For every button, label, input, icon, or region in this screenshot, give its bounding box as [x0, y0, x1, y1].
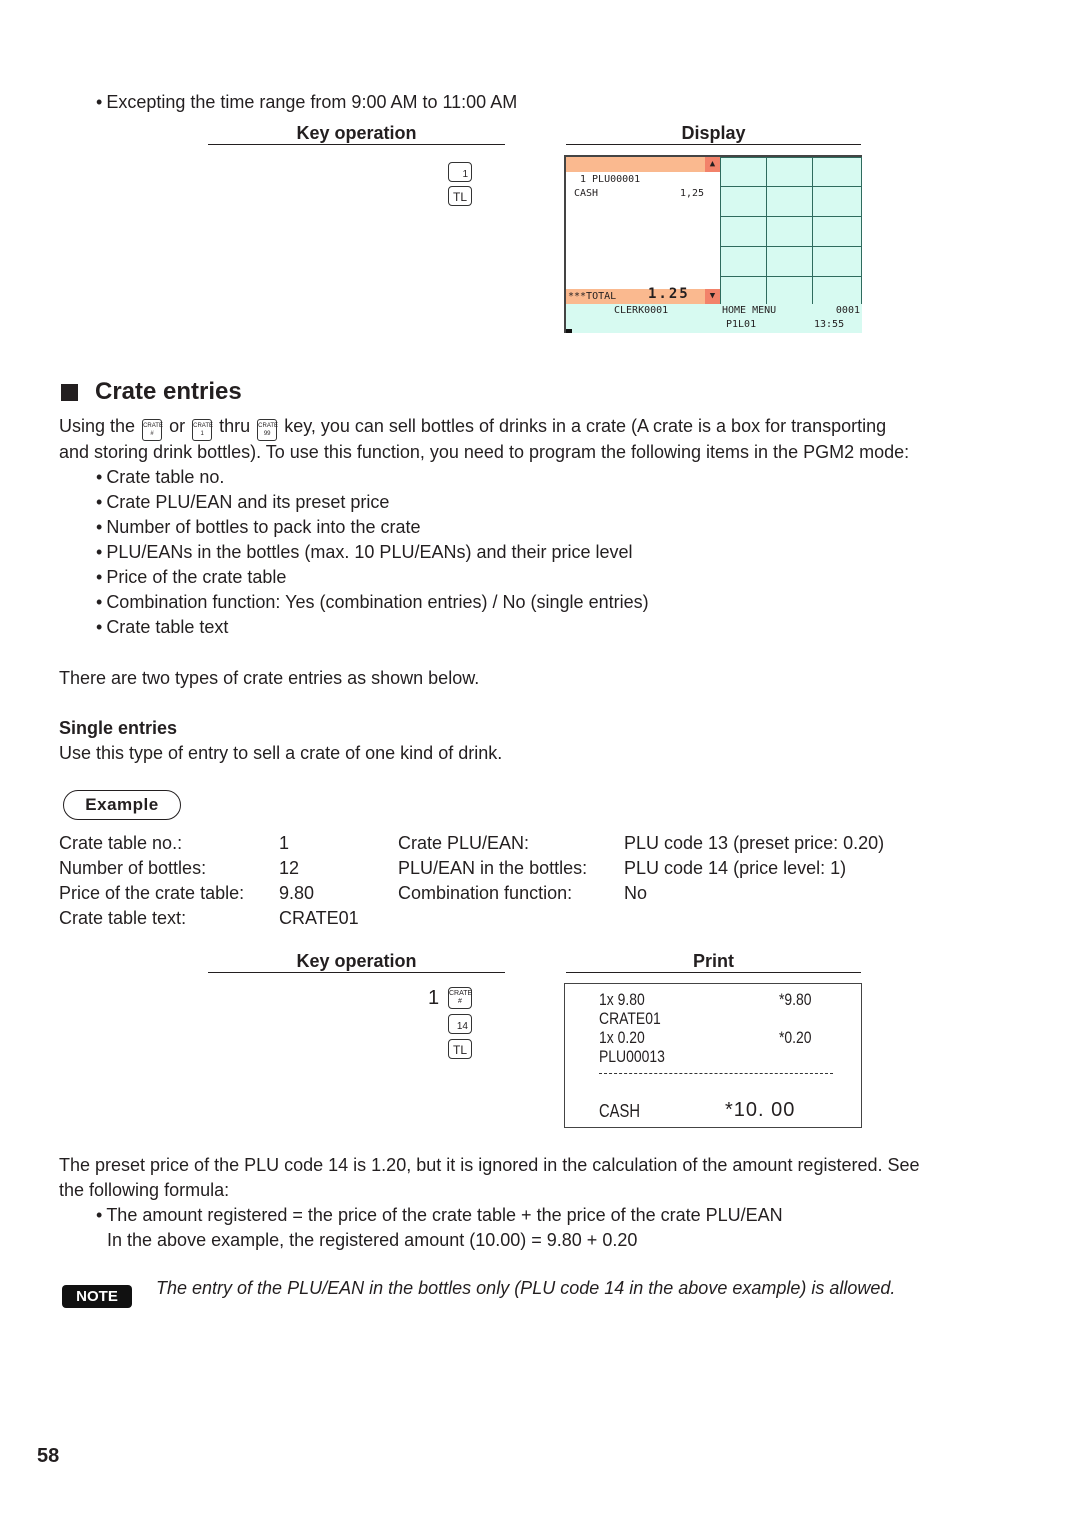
receipt-divider — [599, 1073, 833, 1074]
intro-line-2: and storing drink bottles). To use this … — [59, 442, 910, 462]
section-heading: Crate entries — [95, 378, 242, 405]
scroll-up-icon: ▲ — [705, 157, 720, 172]
example-value: PLU code 14 (price level: 1) — [624, 858, 847, 878]
program-item: Combination function: Yes (combination e… — [96, 590, 648, 615]
heading-square-icon — [61, 384, 78, 401]
grid-cell[interactable] — [720, 157, 767, 187]
example-label: Number of bottles: — [59, 858, 207, 878]
intro-bullet: Excepting the time range from 9:00 AM to… — [96, 90, 517, 115]
example-label: Price of the crate table: — [59, 883, 245, 903]
display-total-value: 1.25 — [648, 286, 690, 302]
key-14: 14 — [448, 1014, 472, 1034]
formula-example: In the above example, the registered amo… — [107, 1230, 638, 1250]
example-label: Crate table text: — [59, 908, 187, 928]
intro-text: or — [169, 416, 186, 436]
example-badge: Example — [63, 790, 181, 820]
grid-cell[interactable] — [766, 246, 813, 277]
intro-line-1: Using the CRATE # or CRATE 1 thru CRATE 99 … — [59, 414, 886, 441]
grid-cell[interactable] — [766, 186, 813, 217]
grid-cell[interactable] — [720, 246, 767, 277]
print-header: Print — [566, 950, 861, 973]
program-item: Price of the crate table — [96, 565, 286, 590]
program-item: PLU/EANs in the bottles (max. 10 PLU/EAN… — [96, 540, 632, 565]
display-cash-value: 1,25 — [680, 188, 705, 199]
receipt-print: 1x 9.80 *9.80 CRATE01 1x 0.20 *0.20 PLU0… — [564, 983, 862, 1128]
after-text-line-1: The preset price of the PLU code 14 is 1… — [59, 1155, 920, 1175]
program-item: Number of bottles to pack into the crate — [96, 515, 420, 540]
display-clerk: CLERK0001 — [614, 305, 669, 316]
example-value: 9.80 — [279, 883, 315, 903]
crate-hash-key-icon: CRATE # — [142, 419, 163, 441]
grid-cell[interactable] — [812, 216, 862, 247]
grid-cell[interactable] — [766, 216, 813, 247]
note-text: The entry of the PLU/EAN in the bottles … — [156, 1278, 896, 1298]
display-top-bar: ▲ — [566, 157, 720, 172]
display-total-label: ***TOTAL — [568, 291, 617, 302]
grid-cell[interactable] — [720, 216, 767, 247]
crate-hash-key: CRATE # — [448, 987, 472, 1009]
receipt-line-1-right: *9.80 — [779, 990, 812, 1009]
example-label: Combination function: — [398, 883, 573, 903]
grid-cell[interactable] — [720, 186, 767, 217]
key-operation-header: Key operation — [208, 122, 505, 145]
receipt-cash-value: *10. 00 — [725, 1099, 796, 1121]
receipt-line-3-right: *0.20 — [779, 1028, 812, 1047]
display-cursor — [566, 329, 572, 333]
display-time: 13:55 — [814, 319, 845, 330]
key-prefix-number: 1 — [428, 987, 440, 1009]
display-menu: HOME MENU — [722, 305, 777, 316]
key-tl-2: TL — [448, 1039, 472, 1059]
receipt-line-2: CRATE01 — [599, 1009, 661, 1028]
receipt-line-3-left: 1x 0.20 — [599, 1028, 645, 1047]
display-status-bar: CLERK0001 HOME MENU 0001 P1L01 13:55 — [566, 304, 862, 333]
display-cash-label: CASH — [574, 188, 599, 199]
single-entries-desc: Use this type of entry to sell a crate o… — [59, 743, 503, 763]
crate-1-key-icon: CRATE 1 — [192, 419, 213, 441]
types-text: There are two types of crate entries as … — [59, 668, 480, 688]
display-page: P1L01 — [726, 319, 757, 330]
page-number: 58 — [37, 1445, 60, 1467]
intro-text: Using the — [59, 416, 136, 436]
key-tl: TL — [448, 186, 472, 206]
grid-cell[interactable] — [766, 157, 813, 187]
example-value: PLU code 13 (preset price: 0.20) — [624, 833, 885, 853]
grid-cell[interactable] — [812, 157, 862, 187]
single-entries-title: Single entries — [59, 718, 178, 738]
example-value: No — [624, 883, 648, 903]
formula-bullet: The amount registered = the price of the… — [96, 1203, 782, 1228]
grid-cell[interactable] — [766, 276, 813, 306]
intro-text: thru — [219, 416, 251, 436]
grid-cell[interactable] — [812, 246, 862, 277]
example-label: Crate PLU/EAN: — [398, 833, 530, 853]
display-total-bar: ***TOTAL 1.25 ▼ — [566, 286, 720, 304]
register-display: ▲ 1 PLU00001 CASH 1,25 ***TOTAL 1.25 ▼ C… — [564, 155, 862, 333]
program-item: Crate PLU/EAN and its preset price — [96, 490, 389, 515]
example-value: 1 — [279, 833, 290, 853]
display-line-1: 1 PLU00001 — [580, 174, 641, 185]
example-label: Crate table no.: — [59, 833, 183, 853]
receipt-cash-label: CASH — [599, 1101, 641, 1121]
key-1: 1 — [448, 162, 472, 182]
display-header: Display — [566, 122, 861, 145]
scroll-down-icon: ▼ — [705, 289, 720, 304]
after-text-line-2: the following formula: — [59, 1180, 230, 1200]
display-counter: 0001 — [835, 305, 860, 316]
grid-cell[interactable] — [720, 276, 767, 306]
example-value: 12 — [279, 858, 300, 878]
display-key-grid — [720, 157, 862, 309]
crate-99-key-icon: CRATE 99 — [257, 419, 278, 441]
example-value: CRATE01 — [279, 908, 359, 928]
example-label: PLU/EAN in the bottles: — [398, 858, 588, 878]
program-item: Crate table no. — [96, 465, 224, 490]
receipt-line-1-left: 1x 9.80 — [599, 990, 645, 1009]
grid-cell[interactable] — [812, 186, 862, 217]
intro-text: key, you can sell bottles of drinks in a… — [284, 416, 887, 436]
note-badge: NOTE — [62, 1285, 132, 1308]
grid-cell[interactable] — [812, 276, 862, 306]
key-operation-header-2: Key operation — [208, 950, 505, 973]
program-item: Crate table text — [96, 615, 228, 640]
receipt-line-4: PLU00013 — [599, 1047, 665, 1066]
